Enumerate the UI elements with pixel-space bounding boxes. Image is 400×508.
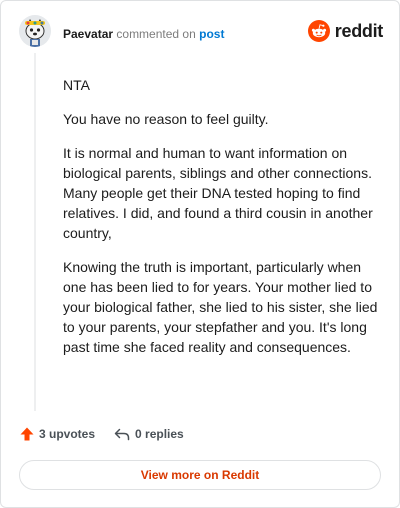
avatar[interactable] bbox=[19, 15, 51, 47]
comment-paragraph: Knowing the truth is important, particul… bbox=[63, 259, 378, 355]
reply-arrow-icon bbox=[114, 428, 130, 441]
reply-count: 0 replies bbox=[135, 427, 184, 441]
comment-actions: 3 upvotes 0 replies bbox=[19, 426, 184, 442]
comment-paragraph: NTA bbox=[63, 77, 90, 93]
commented-on-text: commented on bbox=[116, 27, 196, 41]
reddit-wordmark: reddit bbox=[334, 20, 384, 41]
comment-header: Paevatar commented on post bbox=[63, 26, 224, 42]
comment-paragraph: You have no reason to feel guilty. bbox=[63, 111, 269, 127]
author-name[interactable]: Paevatar bbox=[63, 27, 113, 41]
reddit-logo[interactable]: reddit bbox=[307, 20, 384, 42]
reply-button[interactable]: 0 replies bbox=[113, 426, 184, 442]
post-link[interactable]: post bbox=[199, 27, 224, 41]
upvote-button[interactable]: 3 upvotes bbox=[19, 426, 95, 442]
avatar-image-icon bbox=[19, 15, 51, 47]
reddit-snoo-icon bbox=[307, 20, 330, 42]
thread-line[interactable] bbox=[34, 53, 36, 411]
comment-embed-card: Paevatar commented on post reddit NTA Yo… bbox=[0, 0, 400, 508]
view-more-button[interactable]: View more on Reddit bbox=[19, 460, 381, 490]
upvote-count: 3 upvotes bbox=[39, 427, 96, 441]
comment-body: NTA You have no reason to feel guilty. I… bbox=[63, 75, 381, 371]
upvote-arrow-icon bbox=[20, 427, 34, 441]
comment-paragraph: It is normal and human to want informati… bbox=[63, 145, 373, 241]
